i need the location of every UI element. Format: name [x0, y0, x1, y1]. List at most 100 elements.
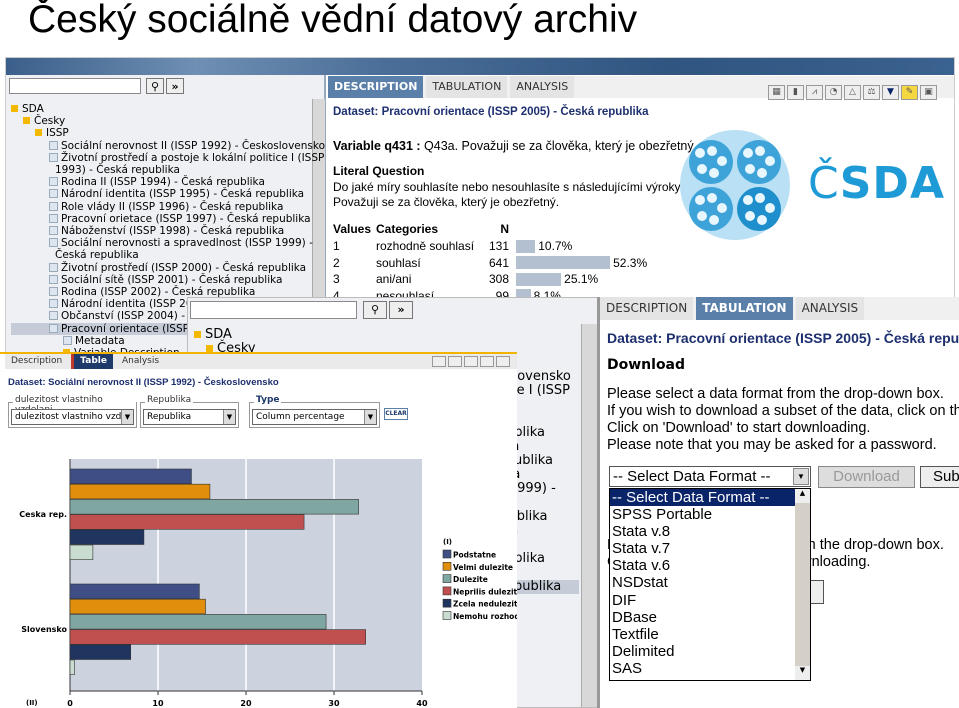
bar	[69, 468, 192, 484]
bar	[69, 499, 359, 515]
bar-chart: 0 10 20 30 40 Ceska rep. Slovensko (II) (I)Podst…	[19, 459, 517, 708]
dropdown-option[interactable]: Textfile	[610, 626, 810, 643]
save-icon[interactable]: ▣	[920, 85, 937, 100]
go-button[interactable]: »	[389, 301, 413, 319]
tab-description[interactable]: Description	[5, 354, 69, 369]
tab-description[interactable]: DESCRIPTION	[328, 76, 424, 98]
filter-icon[interactable]: ▼	[882, 85, 899, 100]
data-format-dropdown[interactable]: -- Select Data Format -- SPSS Portable Sta…	[609, 488, 811, 681]
line-chart-icon[interactable]	[464, 356, 478, 367]
dropdown-option[interactable]: Stata v.8	[610, 523, 810, 540]
tools-icon[interactable]: ✎	[901, 85, 918, 100]
dataset-icon	[49, 238, 58, 248]
bar	[69, 598, 206, 615]
tree-node-issp[interactable]: ISSP	[11, 127, 311, 139]
folder-icon	[35, 129, 42, 137]
tree-node-sda[interactable]: SDA	[11, 103, 311, 115]
category-label: Ceska rep.	[19, 510, 67, 519]
dropdown-option[interactable]: SPSS Portable	[610, 506, 810, 523]
tree-item-dataset[interactable]: Životní prostředí (ISSP 2000) - Česká re…	[11, 262, 311, 274]
tree-item-dataset[interactable]: Česká republika	[11, 249, 311, 261]
folder-icon	[11, 105, 18, 112]
tree-item-dataset[interactable]: Sociální sítě (ISSP 2001) - Česká republ…	[11, 274, 311, 286]
tab-analysis[interactable]: ANALYSIS	[510, 76, 575, 98]
download-button[interactable]: Download	[818, 466, 915, 488]
search-input[interactable]	[190, 301, 357, 319]
dropdown-option[interactable]: DIF	[610, 592, 810, 609]
tree-item-dataset[interactable]: Sociální nerovnost II (ISSP 1992) - Česk…	[11, 140, 325, 152]
tree-item-dataset[interactable]: Národní identita (ISSP 1995) - Česká rep…	[11, 188, 311, 200]
tree-item-dataset[interactable]: Životní prostředí a postoje k lokální po…	[11, 152, 324, 164]
table-icon[interactable]	[432, 356, 446, 367]
tab-tabulation[interactable]: TABULATION	[426, 76, 508, 98]
column-variable-select[interactable]: Republika ▼	[143, 409, 236, 425]
pie-chart-icon[interactable]	[480, 356, 494, 367]
scrollbar[interactable]	[581, 324, 597, 707]
value-cell: 1	[333, 239, 340, 254]
tree-item-dataset[interactable]: Rodina II (ISSP 1994) - Česká republika	[11, 176, 311, 188]
variable-text: Q43a. Považuji se za člověka, který je o…	[420, 139, 694, 153]
tab-table[interactable]: Table	[71, 354, 113, 369]
dropdown-scrollbar[interactable]: ▲ ▼	[795, 489, 810, 680]
dataset-title: Dataset: Sociální nerovnost II (ISSP 199…	[8, 377, 279, 388]
tree-item-dataset[interactable]: Role vlády II (ISSP 1996) - Česká republ…	[11, 201, 311, 213]
tab-description[interactable]: DESCRIPTION	[600, 297, 694, 320]
clear-button[interactable]: CLEAR	[384, 408, 408, 420]
category-cell: rozhodně souhlasí	[376, 239, 475, 254]
bar-chart-icon[interactable]: ▮	[787, 85, 804, 100]
search-input[interactable]	[9, 78, 141, 94]
subset-button[interactable]: Subset	[920, 466, 959, 488]
dropdown-option[interactable]: Stata v.6	[610, 557, 810, 574]
tree-item-dataset[interactable]: 1993) - Česká republika	[11, 164, 311, 176]
scroll-down-icon[interactable]: ▼	[795, 666, 810, 680]
tree-node-sda[interactable]: SDA	[194, 328, 579, 342]
dataset-title: Dataset: Pracovní orientace (ISSP 2005) …	[333, 106, 649, 118]
legend-swatch	[442, 586, 452, 596]
weights-icon[interactable]: ⚖	[863, 85, 880, 100]
tree-label: Sociální nerovnost II (ISSP 1992) - Česk…	[61, 139, 326, 152]
x-tick-label: 0	[67, 699, 73, 708]
n-cell: 308	[488, 272, 509, 287]
tree-label: SDA	[22, 103, 44, 115]
dataset-icon	[49, 152, 58, 162]
legend-swatch	[442, 562, 452, 571]
category-label: Slovensko	[21, 625, 67, 634]
tree-label: Pracovní orietace (ISSP 1997) - Česká re…	[61, 212, 311, 225]
table-icon[interactable]: ▦	[768, 85, 785, 100]
percent-label: 10.7%	[538, 239, 573, 254]
weights-icon[interactable]	[496, 356, 510, 367]
dataset-icon	[49, 201, 58, 211]
go-button[interactable]: »	[166, 78, 184, 94]
tab-analysis[interactable]: Analysis	[115, 354, 166, 369]
x-tick-label: 20	[240, 699, 252, 708]
dropdown-option[interactable]: NSDstat	[610, 574, 810, 591]
tree-label: Životní prostředí a postoje k lokální po…	[61, 151, 325, 164]
dropdown-option[interactable]: -- Select Data Format --	[610, 489, 810, 507]
tree-node-cesky[interactable]: Česky	[11, 115, 311, 127]
pie-chart-icon[interactable]: ◔	[825, 85, 842, 100]
line-chart-icon[interactable]: ⩘	[806, 85, 823, 100]
bar	[69, 614, 327, 630]
dropdown-option[interactable]: Stata v.7	[610, 540, 810, 557]
scroll-up-icon[interactable]: ▲	[795, 489, 810, 503]
dropdown-option[interactable]: Delimited	[610, 643, 810, 660]
row-variable-select[interactable]: dulezitost vlastniho vzdelani ▼	[11, 409, 134, 425]
bar-chart-icon[interactable]	[448, 356, 462, 367]
tree-label: Rodina II (ISSP 1994) - Česká republika	[61, 176, 265, 189]
data-format-select[interactable]: -- Select Data Format -- ▼	[609, 466, 811, 487]
binoculars-icon[interactable]: ⚲	[363, 301, 387, 319]
dropdown-option[interactable]: DBase	[610, 609, 810, 626]
tree-item-dataset[interactable]: Pracovní orietace (ISSP 1997) - Česká re…	[11, 213, 311, 225]
fieldset-legend: Republika	[145, 395, 194, 405]
tab-tabulation[interactable]: TABULATION	[696, 297, 793, 320]
tree-item-dataset[interactable]: Sociální nerovnosti a spravedlnost (ISSP…	[11, 237, 313, 249]
binoculars-icon[interactable]: ⚲	[146, 78, 164, 94]
col-header: Categories	[376, 222, 439, 236]
dropdown-option[interactable]: SAS	[610, 660, 810, 677]
type-select[interactable]: Column percentage ▼	[252, 409, 377, 425]
tree-item-dataset[interactable]: Náboženství (ISSP 1998) - Česká republik…	[11, 225, 311, 237]
legend-swatch	[442, 611, 452, 620]
triangle-icon[interactable]: △	[844, 85, 861, 100]
tab-analysis[interactable]: ANALYSIS	[795, 297, 865, 320]
fieldset-legend: Type	[254, 395, 282, 405]
